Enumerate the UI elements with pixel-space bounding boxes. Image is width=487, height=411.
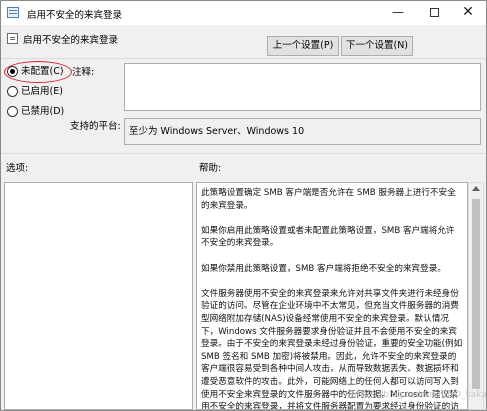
- maximize-icon[interactable]: [417, 1, 451, 25]
- options-panel: [4, 182, 193, 410]
- radio-button[interactable]: [7, 106, 18, 117]
- radio-button-checked[interactable]: [7, 66, 18, 77]
- setting-header: 启用不安全的来宾登录: [1, 27, 486, 57]
- help-panel: 此策略设置确定 SMB 客户端是否允许在 SMB 服务器上进行不安全的来宾登录。…: [196, 182, 468, 410]
- help-paragraph: 如果你禁用此策略设置，SMB 客户端将拒绝不安全的来宾登录。: [201, 263, 446, 274]
- radio-not-configured[interactable]: 未配置(C): [7, 65, 64, 79]
- supported-platform-value: 至少为 Windows Server、Windows 10: [124, 118, 481, 145]
- close-icon[interactable]: ✕: [451, 1, 485, 25]
- radio-button[interactable]: [7, 86, 18, 97]
- policy-icon: [7, 7, 19, 18]
- comment-label: 注释:: [72, 67, 95, 78]
- scroll-up-icon[interactable]: [472, 186, 480, 191]
- setting-name: 启用不安全的来宾登录: [23, 35, 119, 46]
- scroll-thumb[interactable]: [472, 199, 480, 389]
- options-label: 选项:: [6, 163, 29, 174]
- radio-disabled[interactable]: 已禁用(D): [7, 105, 64, 119]
- radio-label: 已启用(E): [21, 86, 63, 97]
- help-label: 帮助:: [199, 163, 222, 174]
- help-paragraph: 如果你启用此策略设置或者未配置此策略设置，SMB 客户端将允许不安全的来宾登录。: [201, 225, 455, 249]
- window-title: 启用不安全的来宾登录: [27, 10, 123, 21]
- radio-label: 已禁用(D): [21, 106, 65, 117]
- supported-platform-label: 支持的平台:: [70, 121, 121, 132]
- divider: [1, 153, 486, 154]
- title-bar: 启用不安全的来宾登录 — ✕: [1, 1, 486, 25]
- divider: [1, 58, 486, 59]
- setting-icon: [7, 33, 18, 44]
- radio-enabled[interactable]: 已启用(E): [7, 85, 63, 99]
- next-setting-button[interactable]: 下一个设置(N): [341, 36, 413, 56]
- watermark: https://blog.csdn.net/NO_kakapo: [351, 390, 487, 400]
- help-paragraph: 此策略设置确定 SMB 客户端是否允许在 SMB 服务器上进行不安全的来宾登录。: [201, 188, 456, 211]
- prev-setting-button[interactable]: 上一个设置(P): [267, 36, 339, 56]
- radio-label: 未配置(C): [21, 66, 64, 77]
- policy-dialog: 启用不安全的来宾登录 — ✕ 启用不安全的来宾登录 上一个设置(P) 下一个设置…: [0, 0, 487, 411]
- minimize-icon[interactable]: —: [381, 1, 415, 25]
- comment-field[interactable]: [124, 63, 481, 111]
- help-scrollbar[interactable]: [468, 182, 484, 410]
